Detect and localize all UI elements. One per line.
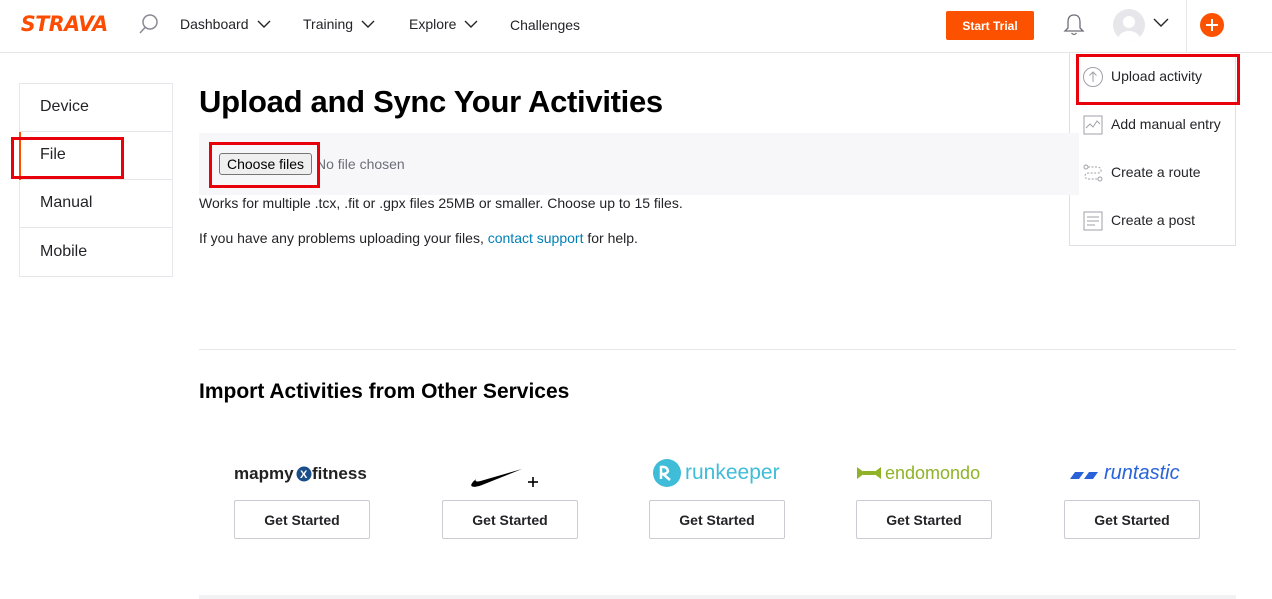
nike-logo [442, 448, 578, 498]
menu-item-create-route[interactable]: Create a route [1070, 149, 1237, 197]
menu-item-upload-activity[interactable]: Upload activity [1070, 53, 1237, 101]
page-title: Upload and Sync Your Activities [199, 84, 663, 119]
svg-text:endomondo: endomondo [885, 463, 980, 483]
sidebar-item-label: Mobile [40, 243, 88, 260]
svg-text:runtastic: runtastic [1104, 462, 1180, 484]
menu-item-create-post[interactable]: Create a post [1070, 197, 1237, 245]
create-dropdown-menu: Upload activity Add manual entry Create … [1069, 53, 1236, 246]
post-icon [1083, 211, 1103, 231]
section-divider [199, 595, 1236, 599]
contact-support-link[interactable]: contact support [488, 230, 584, 246]
svg-text:X: X [300, 469, 308, 481]
import-section-title: Import Activities from Other Services [199, 380, 570, 403]
upload-method-sidebar: Device File Manual Mobile [19, 83, 173, 277]
get-started-button[interactable]: Get Started [442, 500, 578, 539]
get-started-button[interactable]: Get Started [234, 500, 370, 539]
upload-icon [1083, 67, 1103, 87]
help-suffix: for help. [587, 230, 638, 246]
service-endomondo: endomondo Get Started [856, 448, 992, 539]
menu-item-label: Create a post [1111, 212, 1196, 228]
endomondo-logo: endomondo [856, 448, 992, 498]
strava-logo[interactable]: STRAVA [21, 12, 108, 36]
svg-text:mapmy: mapmy [234, 464, 294, 483]
nav-challenges-label: Challenges [510, 17, 581, 33]
start-trial-button[interactable]: Start Trial [946, 11, 1034, 40]
search-icon[interactable] [137, 12, 161, 36]
choose-files-button[interactable]: Choose files [219, 153, 312, 175]
sidebar-item-label: File [40, 146, 66, 163]
menu-item-label: Upload activity [1111, 68, 1203, 84]
section-divider [199, 349, 1236, 350]
file-requirements-text: Works for multiple .tcx, .fit or .gpx fi… [199, 195, 683, 211]
plus-icon[interactable] [1200, 13, 1224, 37]
nav-dashboard-label: Dashboard [180, 16, 249, 32]
avatar-icon[interactable] [1113, 9, 1145, 41]
get-started-button[interactable]: Get Started [1064, 500, 1200, 539]
get-started-button[interactable]: Get Started [856, 500, 992, 539]
chevron-down-icon [464, 20, 478, 28]
bell-icon[interactable] [1062, 12, 1086, 38]
manual-entry-icon [1083, 115, 1103, 135]
top-nav-bar: STRAVA Dashboard Training Explore Challe… [0, 0, 1272, 53]
runkeeper-logo: runkeeper [649, 448, 785, 498]
mapmyfitness-logo: mapmy X fitness [234, 448, 370, 498]
sidebar-item-mobile[interactable]: Mobile [20, 229, 172, 277]
help-text: If you have any problems uploading your … [199, 230, 638, 246]
service-mapmyfitness: mapmy X fitness Get Started [234, 448, 370, 539]
chevron-down-icon[interactable] [1153, 18, 1169, 28]
menu-item-label: Create a route [1111, 164, 1201, 180]
nav-explore-label: Explore [409, 16, 457, 32]
nav-dashboard[interactable]: Dashboard [180, 16, 271, 32]
sidebar-item-label: Device [40, 98, 89, 115]
no-file-chosen-text: No file chosen [316, 156, 405, 172]
get-started-button[interactable]: Get Started [649, 500, 785, 539]
chevron-down-icon [257, 20, 270, 28]
service-runtastic: runtastic Get Started [1064, 448, 1200, 539]
sidebar-item-device[interactable]: Device [20, 84, 172, 132]
help-prefix: If you have any problems uploading your … [199, 230, 484, 246]
nav-explore[interactable]: Explore [409, 16, 478, 32]
sidebar-item-manual[interactable]: Manual [20, 180, 172, 228]
runtastic-logo: runtastic [1064, 448, 1200, 498]
service-runkeeper: runkeeper Get Started [649, 448, 785, 539]
sidebar-item-file[interactable]: File [19, 132, 172, 180]
service-nike: Get Started [442, 448, 578, 539]
route-icon [1083, 164, 1103, 182]
menu-item-add-manual-entry[interactable]: Add manual entry [1070, 101, 1237, 149]
chevron-down-icon [361, 20, 375, 28]
svg-text:fitness: fitness [312, 464, 367, 483]
nav-training[interactable]: Training [303, 16, 375, 32]
sidebar-item-label: Manual [40, 194, 93, 211]
svg-text:runkeeper: runkeeper [685, 461, 780, 484]
nav-training-label: Training [303, 16, 354, 32]
create-menu-toggle[interactable] [1186, 0, 1238, 53]
menu-item-label: Add manual entry [1111, 116, 1221, 132]
nav-challenges[interactable]: Challenges [510, 17, 580, 33]
